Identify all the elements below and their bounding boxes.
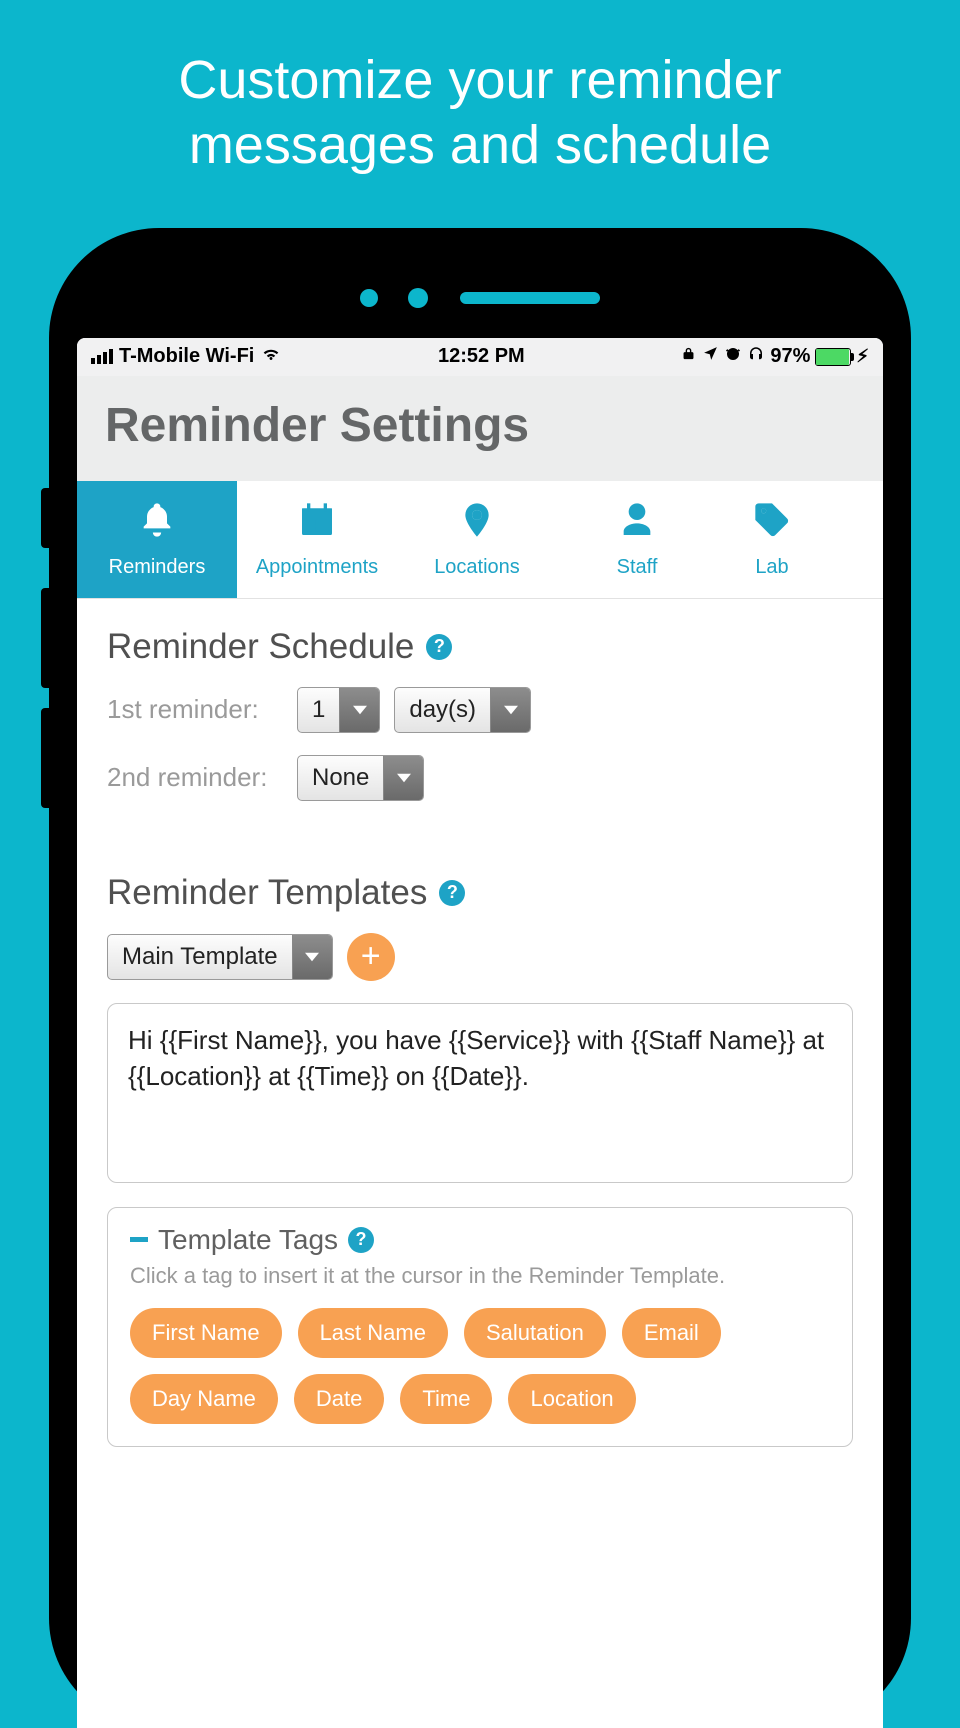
tab-locations[interactable]: Locations bbox=[397, 481, 557, 598]
phone-side-button bbox=[41, 588, 49, 688]
tag-day-name[interactable]: Day Name bbox=[130, 1374, 278, 1424]
location-arrow-icon bbox=[702, 345, 719, 368]
chevron-down-icon bbox=[339, 688, 379, 732]
tag-time[interactable]: Time bbox=[400, 1374, 492, 1424]
tags-header[interactable]: Template Tags ? bbox=[130, 1224, 830, 1256]
phone-side-button bbox=[41, 488, 49, 548]
chevron-down-icon bbox=[383, 756, 423, 800]
tag-email[interactable]: Email bbox=[622, 1308, 721, 1358]
schedule-label-2: 2nd reminder: bbox=[107, 762, 283, 793]
add-template-button[interactable]: + bbox=[347, 933, 395, 981]
template-tags-panel: Template Tags ? Click a tag to insert it… bbox=[107, 1207, 853, 1448]
page-header: Reminder Settings bbox=[77, 376, 883, 481]
wifi-icon bbox=[260, 343, 282, 371]
template-select-row: Main Template + bbox=[107, 933, 853, 981]
tab-label: Staff bbox=[617, 556, 658, 579]
select-value: 1 bbox=[298, 688, 339, 732]
phone-camera-dot bbox=[360, 289, 378, 307]
tab-bar: Reminders Appointments Locations Staff L… bbox=[77, 481, 883, 599]
tab-labels[interactable]: Lab bbox=[717, 481, 827, 598]
status-bar: T-Mobile Wi-Fi 12:52 PM 97% ⚡︎ bbox=[77, 338, 883, 376]
help-icon[interactable]: ? bbox=[439, 880, 465, 906]
tag-first-name[interactable]: First Name bbox=[130, 1308, 282, 1358]
select-value: day(s) bbox=[395, 688, 490, 732]
tab-label: Locations bbox=[434, 556, 520, 579]
screen: T-Mobile Wi-Fi 12:52 PM 97% ⚡︎ Reminder … bbox=[77, 338, 883, 1728]
phone-sensor-dot bbox=[408, 288, 428, 308]
tag-date[interactable]: Date bbox=[294, 1374, 384, 1424]
carrier-label: T-Mobile Wi-Fi bbox=[119, 345, 254, 368]
tags-help-text: Click a tag to insert it at the cursor i… bbox=[130, 1262, 830, 1291]
schedule-row-1: 1st reminder: 1 day(s) bbox=[107, 687, 853, 733]
chevron-down-icon bbox=[292, 935, 332, 979]
battery-icon bbox=[815, 348, 851, 366]
alarm-icon bbox=[724, 345, 742, 369]
select-value: Main Template bbox=[108, 935, 292, 979]
tab-staff[interactable]: Staff bbox=[557, 481, 717, 598]
battery-percent: 97% bbox=[770, 345, 810, 368]
headphones-icon bbox=[747, 345, 765, 369]
lock-icon bbox=[680, 345, 697, 368]
plus-icon: + bbox=[361, 937, 381, 976]
phone-notch bbox=[49, 288, 911, 308]
help-icon[interactable]: ? bbox=[426, 634, 452, 660]
pin-icon bbox=[457, 500, 497, 546]
content: Reminder Schedule ? 1st reminder: 1 day(… bbox=[77, 599, 883, 1728]
schedule-row-2: 2nd reminder: None bbox=[107, 755, 853, 801]
tags-list: First Name Last Name Salutation Email Da… bbox=[130, 1308, 830, 1424]
tab-reminders[interactable]: Reminders bbox=[77, 481, 237, 598]
tag-last-name[interactable]: Last Name bbox=[298, 1308, 448, 1358]
tab-appointments[interactable]: Appointments bbox=[237, 481, 397, 598]
page-title: Reminder Settings bbox=[105, 398, 855, 453]
promo-headline: Customize your reminder messages and sch… bbox=[0, 0, 960, 198]
template-select[interactable]: Main Template bbox=[107, 934, 333, 980]
template-textarea[interactable]: Hi {{First Name}}, you have {{Service}} … bbox=[107, 1003, 853, 1183]
tab-label: Reminders bbox=[109, 556, 206, 579]
chevron-down-icon bbox=[490, 688, 530, 732]
phone-speaker bbox=[460, 292, 600, 304]
reminder1-unit-select[interactable]: day(s) bbox=[394, 687, 531, 733]
templates-section-title: Reminder Templates ? bbox=[107, 873, 853, 913]
calendar-icon bbox=[297, 500, 337, 546]
tab-label: Lab bbox=[755, 556, 788, 579]
user-icon bbox=[617, 500, 657, 546]
collapse-icon bbox=[130, 1237, 148, 1242]
tag-salutation[interactable]: Salutation bbox=[464, 1308, 606, 1358]
charging-icon: ⚡︎ bbox=[856, 346, 869, 367]
phone-frame: T-Mobile Wi-Fi 12:52 PM 97% ⚡︎ Reminder … bbox=[49, 228, 911, 1728]
select-value: None bbox=[298, 756, 383, 800]
tag-icon bbox=[752, 500, 792, 546]
schedule-section-title: Reminder Schedule ? bbox=[107, 627, 853, 667]
reminder1-count-select[interactable]: 1 bbox=[297, 687, 380, 733]
schedule-label-1: 1st reminder: bbox=[107, 694, 283, 725]
clock: 12:52 PM bbox=[282, 345, 680, 368]
signal-icon bbox=[91, 349, 113, 364]
tag-location[interactable]: Location bbox=[508, 1374, 635, 1424]
tab-label: Appointments bbox=[256, 556, 378, 579]
phone-side-button bbox=[41, 708, 49, 808]
tags-title: Template Tags bbox=[158, 1224, 338, 1256]
bell-icon bbox=[137, 500, 177, 546]
help-icon[interactable]: ? bbox=[348, 1227, 374, 1253]
reminder2-select[interactable]: None bbox=[297, 755, 424, 801]
